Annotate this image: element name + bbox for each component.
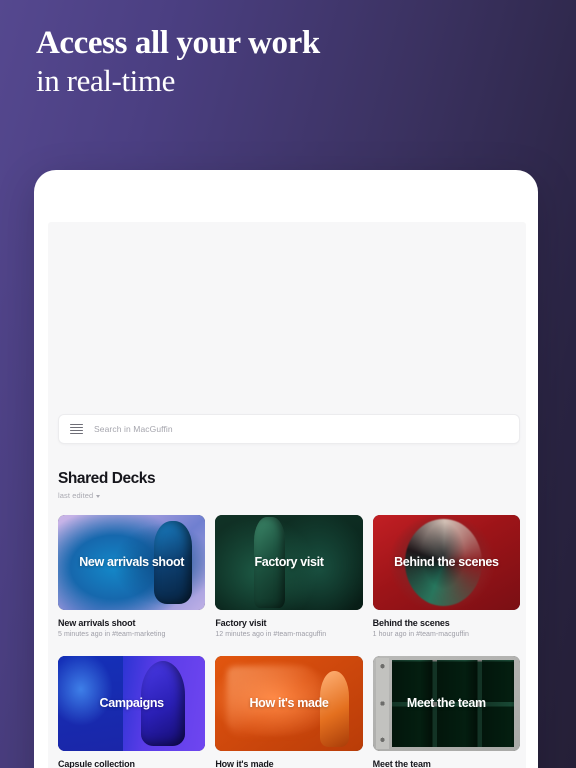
deck-card[interactable]: Campaigns Capsule collection 4 hours ago…	[58, 656, 206, 768]
headline-line-1: Access all your work	[36, 25, 320, 61]
tablet-device-frame: Search in MacGuffin Shared Decks last ed…	[34, 170, 538, 768]
headline-line-2: in real-time	[36, 63, 175, 99]
deck-overlay-label: Behind the scenes	[394, 555, 499, 570]
deck-meta: 1 hour ago in #team-macguffin	[372, 631, 469, 638]
deck-thumbnail[interactable]: Behind the scenes	[372, 515, 520, 610]
deck-thumbnail[interactable]: Factory visit	[215, 515, 363, 610]
deck-thumbnail[interactable]: New arrivals shoot	[58, 515, 206, 610]
search-placeholder: Search in MacGuffin	[94, 424, 173, 434]
deck-overlay-label: Meet the team	[406, 696, 486, 711]
deck-grid: New arrivals shoot New arrivals shoot 5 …	[58, 515, 520, 768]
deck-overlay-label: Factory visit	[254, 555, 324, 570]
deck-thumbnail[interactable]: How it's made	[215, 656, 363, 751]
list-icon	[70, 423, 83, 435]
deck-title: Behind the scenes	[372, 618, 450, 628]
deck-overlay-label: How it's made	[249, 696, 329, 711]
deck-card[interactable]: New arrivals shoot New arrivals shoot 5 …	[58, 515, 206, 638]
deck-title: Factory visit	[215, 618, 267, 628]
deck-title: How it's made	[215, 759, 274, 768]
search-input[interactable]: Search in MacGuffin	[58, 414, 520, 444]
app-screen: Search in MacGuffin Shared Decks last ed…	[48, 222, 526, 768]
deck-card[interactable]: How it's made How it's made 1 day ago in…	[215, 656, 363, 768]
deck-title: Capsule collection	[58, 759, 135, 768]
deck-title: New arrivals shoot	[58, 618, 136, 628]
deck-meta: 12 minutes ago in #team-macguffin	[215, 631, 327, 638]
deck-card[interactable]: Factory visit Factory visit 12 minutes a…	[215, 515, 363, 638]
chevron-down-icon	[96, 494, 101, 498]
deck-meta: 5 minutes ago in #team-marketing	[58, 631, 166, 638]
section-header: Shared Decks last edited	[58, 470, 156, 500]
hero-headline: Access all your work in real-time	[36, 25, 516, 98]
deck-title: Meet the team	[372, 759, 431, 768]
sort-dropdown[interactable]: last edited	[58, 491, 155, 500]
deck-thumbnail[interactable]: Campaigns	[58, 656, 206, 751]
sort-label: last edited	[58, 491, 94, 500]
deck-overlay-label: New arrivals shoot	[79, 555, 185, 570]
deck-thumbnail[interactable]: Meet the team	[372, 656, 520, 751]
deck-overlay-label: Campaigns	[99, 696, 165, 711]
deck-card[interactable]: Meet the team Meet the team 5 days ago i…	[372, 656, 520, 768]
deck-card[interactable]: Behind the scenes Behind the scenes 1 ho…	[372, 515, 520, 638]
page-title: Shared Decks	[58, 470, 156, 487]
